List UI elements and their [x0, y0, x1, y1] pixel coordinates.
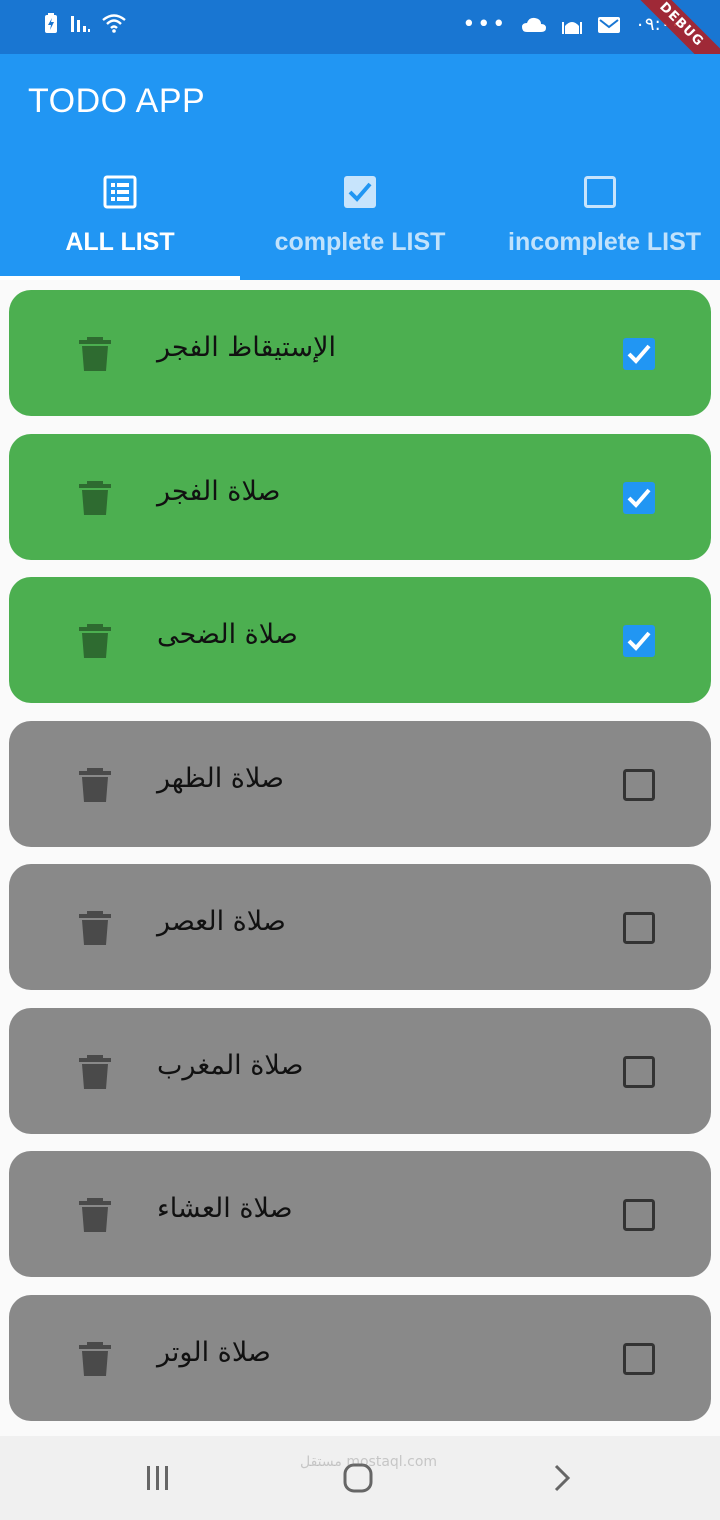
signal-icon — [71, 16, 90, 32]
trash-icon[interactable] — [75, 1341, 115, 1377]
empty-box-icon[interactable] — [621, 1197, 657, 1233]
recents-icon[interactable] — [136, 1456, 180, 1500]
trash-icon[interactable] — [75, 1054, 115, 1090]
trash-icon[interactable] — [75, 767, 115, 803]
trash-icon[interactable] — [75, 910, 115, 946]
empty-box-icon[interactable] — [621, 1054, 657, 1090]
tab-all-list[interactable]: ALL LIST — [0, 154, 240, 280]
task-card: صلاة العشاء — [9, 1151, 711, 1277]
task-title: صلاة العشاء — [157, 1193, 293, 1224]
mail-icon — [598, 16, 621, 33]
empty-box-icon — [584, 176, 616, 208]
task-card: صلاة الفجر — [9, 434, 711, 560]
task-title: الإستيقاظ الفجر — [157, 332, 336, 363]
checked-box-icon[interactable] — [621, 336, 657, 372]
status-left-icons — [40, 12, 128, 34]
tab-complete-list-label: complete LIST — [274, 228, 446, 256]
task-title: صلاة الوتر — [157, 1337, 271, 1368]
trash-icon[interactable] — [75, 1197, 115, 1233]
trash-icon[interactable] — [75, 623, 115, 659]
task-title: صلاة الفجر — [157, 476, 281, 507]
task-card: صلاة الوتر — [9, 1295, 711, 1421]
wifi-icon — [102, 14, 126, 33]
cloud-icon — [522, 17, 547, 32]
empty-box-icon[interactable] — [621, 1341, 657, 1377]
tab-incomplete-list[interactable]: incomplete LIST — [480, 154, 720, 280]
status-right-icons: ••• ٠٩:٠٠ — [462, 12, 680, 37]
checked-box-icon — [344, 176, 376, 208]
tab-complete-list[interactable]: complete LIST — [240, 154, 480, 280]
empty-box-icon[interactable] — [621, 767, 657, 803]
more-dots-icon: ••• — [462, 12, 508, 37]
system-nav-bar: مستقل mostaql.com — [0, 1436, 720, 1520]
tab-all-list-label: ALL LIST — [65, 228, 175, 256]
watermark: مستقل mostaql.com — [300, 1454, 438, 1470]
task-title: صلاة الظهر — [157, 763, 284, 794]
task-card: صلاة العصر — [9, 864, 711, 990]
tab-incomplete-list-label: incomplete LIST — [508, 228, 702, 256]
app-bar: TODO APP ALL LIST complete LIST incomple… — [0, 54, 720, 280]
task-title: صلاة العصر — [157, 906, 286, 937]
task-card: الإستيقاظ الفجر — [9, 290, 711, 416]
task-card: صلاة الضحى — [9, 577, 711, 703]
task-card: صلاة المغرب — [9, 1008, 711, 1134]
task-card: صلاة الظهر — [9, 721, 711, 847]
mosque-icon — [562, 21, 583, 34]
checked-box-icon[interactable] — [621, 480, 657, 516]
battery-icon — [45, 13, 57, 33]
app-title: TODO APP — [28, 82, 206, 120]
tab-bar: ALL LIST complete LIST incomplete LIST — [0, 154, 720, 280]
back-icon[interactable] — [540, 1456, 584, 1500]
empty-box-icon[interactable] — [621, 910, 657, 946]
status-bar: ••• ٠٩:٠٠ DEBUG — [0, 0, 720, 86]
tab-indicator — [0, 276, 240, 280]
task-title: صلاة الضحى — [157, 619, 298, 650]
trash-icon[interactable] — [75, 480, 115, 516]
task-title: صلاة المغرب — [157, 1050, 304, 1081]
trash-icon[interactable] — [75, 336, 115, 372]
checked-box-icon[interactable] — [621, 623, 657, 659]
list-icon — [103, 175, 137, 209]
